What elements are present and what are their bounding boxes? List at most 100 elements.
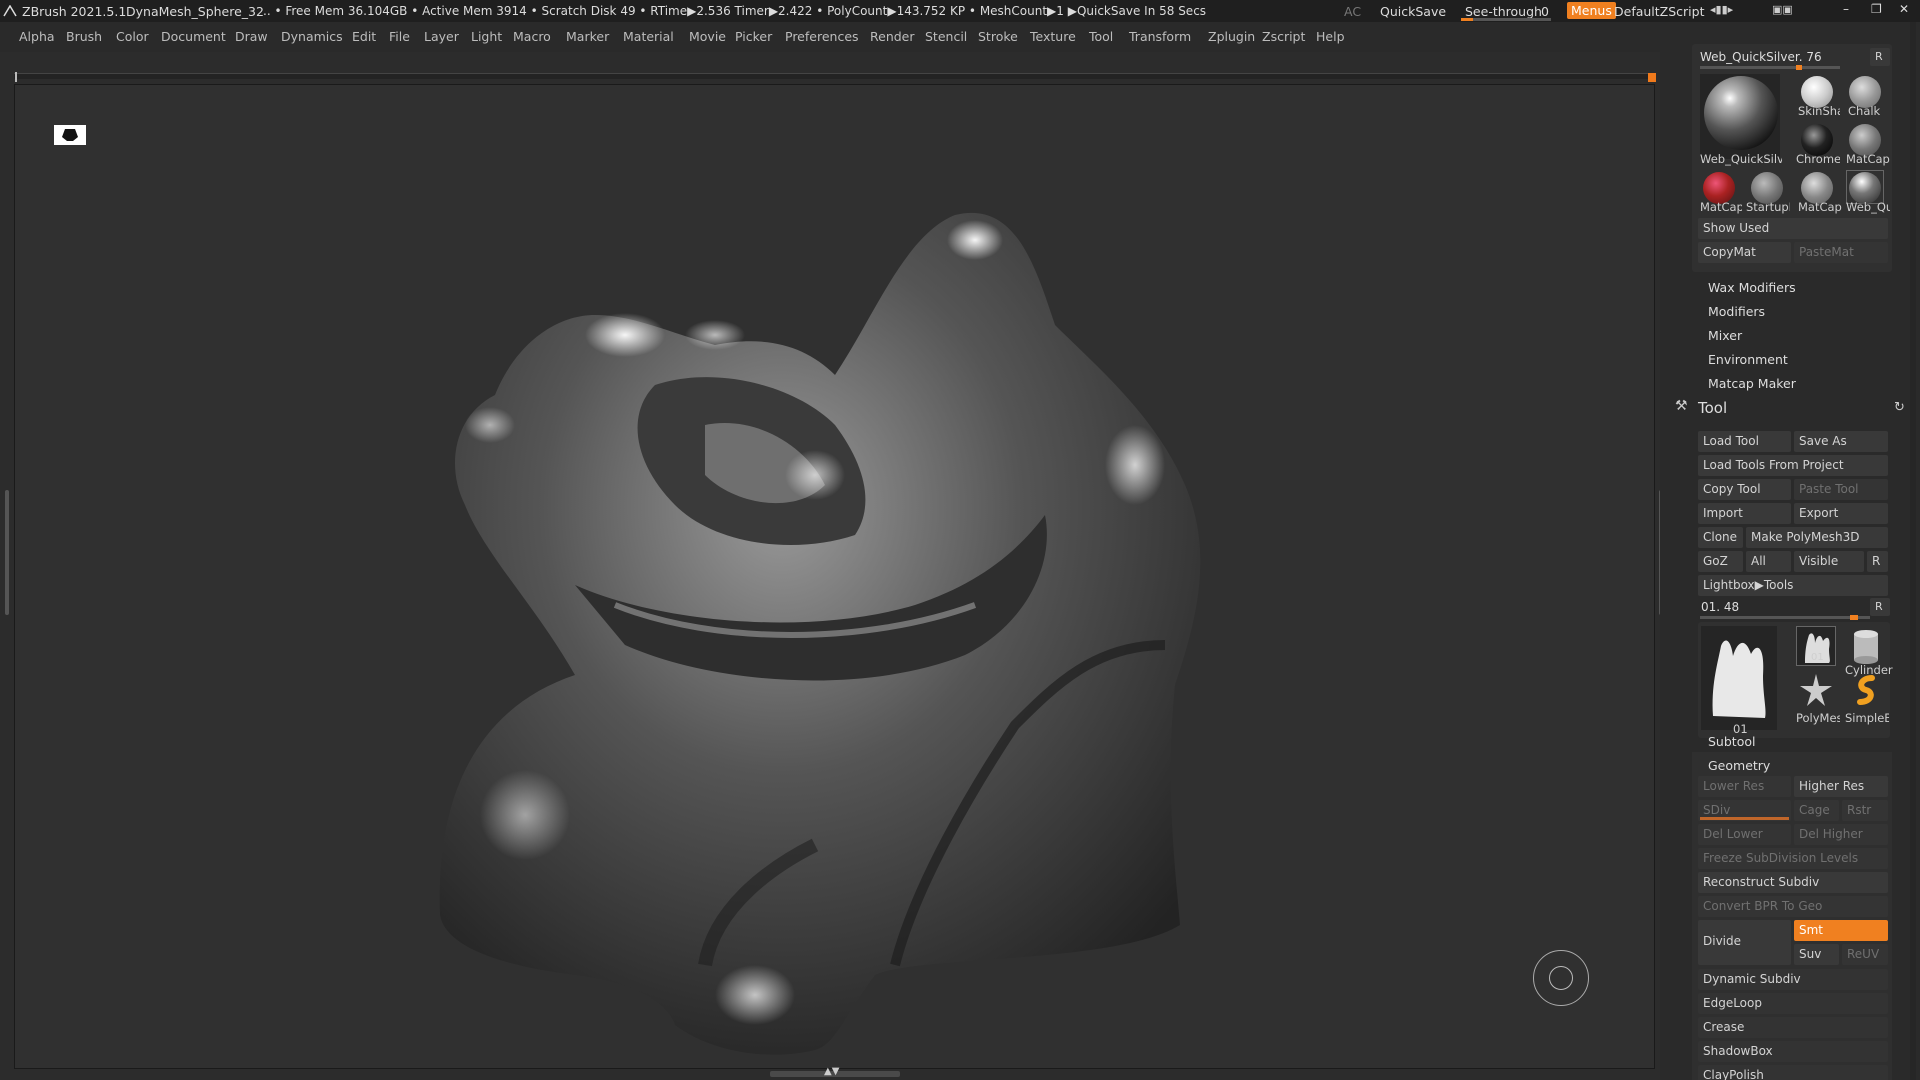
load-tools-from-project-button[interactable]: Load Tools From Project [1698,455,1888,476]
timeline-start-marker[interactable] [15,72,17,82]
del-lower-button[interactable]: Del Lower [1698,824,1791,845]
material-reset-button[interactable]: R [1870,48,1890,66]
menu-brush[interactable]: Brush [66,29,102,44]
convert-bpr-button[interactable]: Convert BPR To Geo [1698,896,1888,917]
swatch-matcap[interactable] [1846,122,1884,156]
tool-reset-button[interactable]: R [1870,598,1890,616]
tray-scrollbar[interactable] [1910,22,1916,1080]
higher-res-button[interactable]: Higher Res [1794,776,1888,797]
environment-section[interactable]: Environment [1708,352,1788,367]
swatch-web-quicksilver[interactable] [1846,170,1884,204]
paste-mat-button[interactable]: PasteMat [1794,242,1888,263]
timeline-end-marker[interactable] [1648,73,1656,82]
menu-transform[interactable]: Transform [1129,29,1191,44]
close-icon[interactable]: ✕ [1899,2,1909,16]
menu-light[interactable]: Light [471,29,502,44]
rstr-button[interactable]: Rstr [1842,800,1888,821]
goz-button[interactable]: GoZ [1698,551,1743,572]
menu-color[interactable]: Color [116,29,149,44]
crease-section[interactable]: Crease [1698,1017,1888,1038]
make-polymesh3d-button[interactable]: Make PolyMesh3D [1746,527,1888,548]
menu-layer[interactable]: Layer [424,29,459,44]
load-tool-button[interactable]: Load Tool [1698,431,1791,452]
material-slider[interactable] [1700,65,1840,70]
menu-alpha[interactable]: Alpha [19,29,55,44]
cage-button[interactable]: Cage [1794,800,1839,821]
ac-label[interactable]: AC [1344,4,1361,19]
menu-tool[interactable]: Tool [1089,29,1113,44]
minimize-icon[interactable]: – [1843,2,1849,16]
window-layout-icon[interactable]: ▣▣ [1772,3,1793,16]
3d-viewport[interactable] [14,84,1655,1069]
swatch-matcap-red[interactable] [1700,170,1738,204]
goz-all-button[interactable]: All [1746,551,1791,572]
bottom-tray-arrows-icon[interactable]: ▲▼ [824,1066,839,1077]
menu-texture[interactable]: Texture [1030,29,1076,44]
modifiers-section[interactable]: Modifiers [1708,304,1765,319]
goz-visible-button[interactable]: Visible [1794,551,1864,572]
navigation-gizmo[interactable] [1533,950,1589,1006]
tool-palette-title[interactable]: Tool [1698,399,1727,417]
menu-zscript[interactable]: Zscript [1262,29,1305,44]
menu-document[interactable]: Document [161,29,226,44]
reuv-toggle[interactable]: ReUV [1842,944,1888,965]
matcap-maker-section[interactable]: Matcap Maker [1708,376,1796,391]
tool-slider[interactable] [1700,615,1870,620]
menu-draw[interactable]: Draw [235,29,268,44]
menu-movie[interactable]: Movie [689,29,726,44]
tool-palette-icon[interactable]: ⚒ [1675,398,1688,414]
menu-macro[interactable]: Macro [513,29,551,44]
smt-toggle[interactable]: Smt [1794,920,1888,941]
import-button[interactable]: Import [1698,503,1791,524]
subtool-section[interactable]: Subtool [1708,734,1755,749]
left-tray-handle[interactable] [5,490,9,615]
copy-tool-button[interactable]: Copy Tool [1698,479,1791,500]
wax-modifiers-section[interactable]: Wax Modifiers [1708,280,1796,295]
export-button[interactable]: Export [1794,503,1888,524]
shadowbox-section[interactable]: ShadowBox [1698,1041,1888,1062]
mixer-section[interactable]: Mixer [1708,328,1742,343]
quicksave-button[interactable]: QuickSave [1380,4,1446,19]
goz-r-button[interactable]: R [1867,551,1888,572]
floor-grid-icon[interactable] [54,125,86,145]
menu-help[interactable]: Help [1316,29,1345,44]
lower-res-button[interactable]: Lower Res [1698,776,1791,797]
tool-thumb-simplebrush[interactable] [1846,672,1886,708]
menu-zplugin[interactable]: Zplugin [1208,29,1255,44]
swatch-startup[interactable] [1748,170,1786,204]
clone-button[interactable]: Clone [1698,527,1743,548]
copy-mat-button[interactable]: CopyMat [1698,242,1791,263]
layout-arrows-icon[interactable]: ◂▮▮▸ [1710,3,1733,16]
menu-file[interactable]: File [389,29,410,44]
swatch-chrome[interactable] [1798,122,1836,156]
menu-stencil[interactable]: Stencil [925,29,967,44]
tool-thumb-cylinder[interactable] [1846,626,1886,666]
menus-toggle[interactable]: Menus [1567,2,1616,19]
del-higher-button[interactable]: Del Higher [1794,824,1888,845]
menu-dynamics[interactable]: Dynamics [281,29,343,44]
divide-button[interactable]: Divide [1698,920,1791,965]
material-big-thumb[interactable] [1700,74,1780,159]
paste-tool-button[interactable]: Paste Tool [1794,479,1888,500]
refresh-icon[interactable]: ↻ [1894,400,1905,415]
current-tool-thumb[interactable] [1701,626,1777,730]
default-zscript-button[interactable]: DefaultZScript [1614,4,1705,19]
menu-preferences[interactable]: Preferences [785,29,859,44]
menu-stroke[interactable]: Stroke [978,29,1018,44]
lightbox-tools-button[interactable]: Lightbox▶Tools [1698,575,1888,596]
menu-material[interactable]: Material [623,29,674,44]
geometry-section[interactable]: Geometry [1708,758,1770,773]
menu-edit[interactable]: Edit [352,29,376,44]
seethrough-label[interactable]: See-through [1465,4,1542,19]
sdiv-slider-track[interactable] [1700,817,1789,820]
edgeloop-section[interactable]: EdgeLoop [1698,993,1888,1014]
menu-render[interactable]: Render [870,29,915,44]
sculpt-mesh[interactable] [15,85,1656,1070]
tool-thumb-polymesh[interactable] [1796,672,1836,708]
suv-toggle[interactable]: Suv [1794,944,1839,965]
freeze-subdivision-button[interactable]: Freeze SubDivision Levels [1698,848,1888,869]
reconstruct-subdiv-button[interactable]: Reconstruct Subdiv [1698,872,1888,893]
menu-marker[interactable]: Marker [566,29,609,44]
dynamic-subdiv-section[interactable]: Dynamic Subdiv [1698,969,1888,990]
claypolish-section[interactable]: ClayPolish [1698,1065,1888,1080]
